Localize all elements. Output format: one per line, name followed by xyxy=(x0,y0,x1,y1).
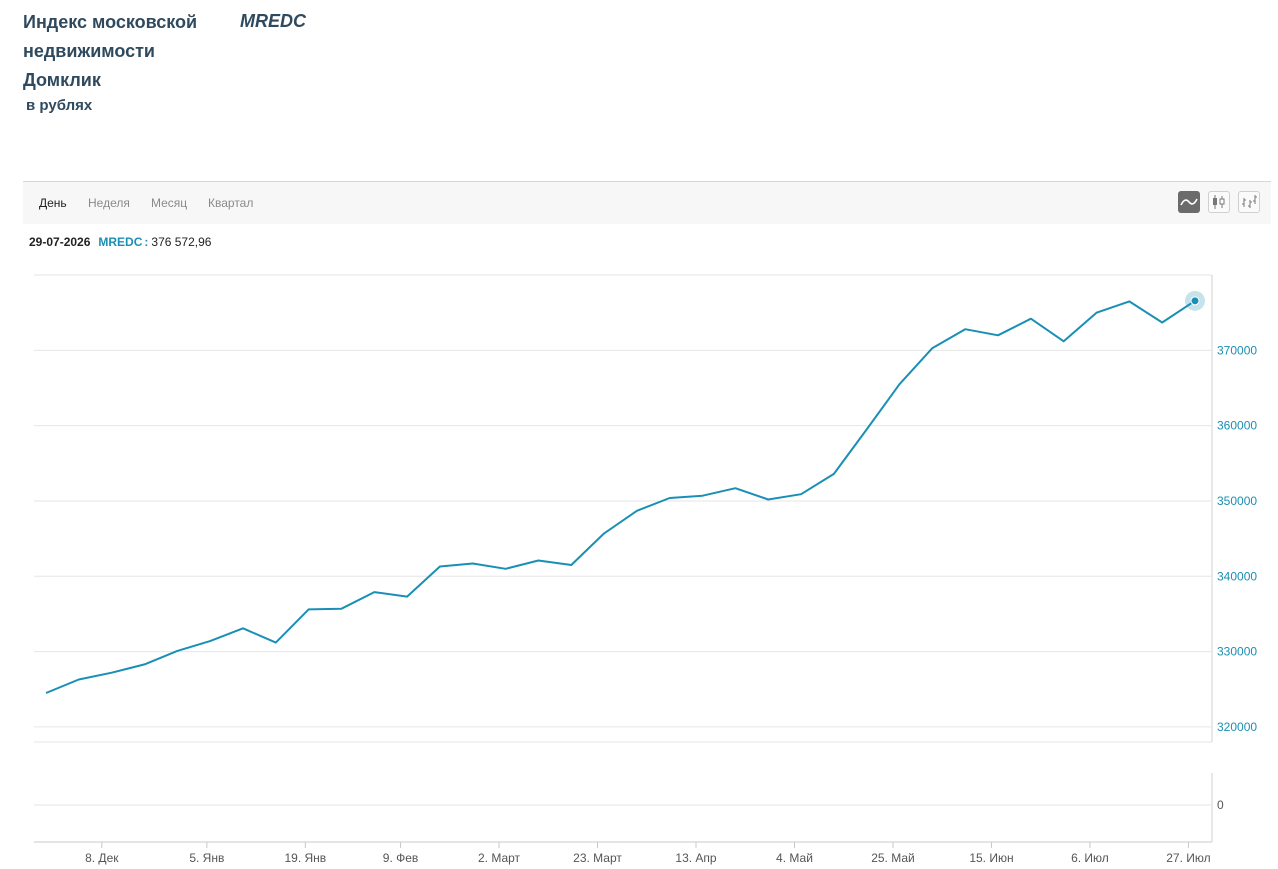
data-point xyxy=(175,649,179,653)
data-point xyxy=(832,472,836,476)
ohlc-bar-chart-icon[interactable] xyxy=(1238,191,1260,213)
readout-value: 376 572,96 xyxy=(151,235,212,249)
data-point xyxy=(1127,299,1131,303)
last-point-marker xyxy=(1190,296,1200,306)
readout-date: 29-07-2026 xyxy=(29,235,91,249)
units-label: в рублях xyxy=(26,97,93,114)
tab-quarter[interactable]: Квартал xyxy=(208,196,253,210)
data-point xyxy=(701,494,705,498)
tab-week[interactable]: Неделя xyxy=(88,196,130,210)
value-readout: 29-07-2026 MREDC:376 572,96 xyxy=(29,235,212,249)
data-point xyxy=(372,590,376,594)
data-point xyxy=(241,626,245,630)
x-tick-label: 25. Май xyxy=(871,851,915,865)
data-point xyxy=(438,564,442,568)
data-point xyxy=(405,595,409,599)
index-title: Индекс московской недвижимости Домклик xyxy=(23,8,197,95)
data-point xyxy=(504,567,508,571)
data-point xyxy=(471,561,475,565)
chart-toolbar: День Неделя Месяц Квартал xyxy=(23,181,1271,224)
tab-month[interactable]: Месяц xyxy=(151,196,187,210)
data-point xyxy=(1029,317,1033,321)
data-point xyxy=(898,382,902,386)
data-point xyxy=(930,346,934,350)
x-tick-label: 4. Май xyxy=(776,851,813,865)
index-title-line-1: Индекс московской xyxy=(23,12,198,32)
y-tick-label: 350000 xyxy=(1217,494,1257,508)
x-tick-label: 2. Март xyxy=(478,851,521,865)
index-title-line-3: Домклик xyxy=(23,70,101,90)
y-tick-label: 320000 xyxy=(1217,720,1257,734)
price-chart: 320000 330000 340000 350000 360000 370000 0 8. … xyxy=(34,274,1257,865)
x-tick-label: 13. Апр xyxy=(675,851,717,865)
x-tick-label: 15. Июн xyxy=(969,851,1013,865)
ticker-code: MREDC xyxy=(240,11,306,31)
data-point xyxy=(799,492,803,496)
data-point xyxy=(569,563,573,567)
data-point xyxy=(766,497,770,501)
data-point xyxy=(339,607,343,611)
x-tick-label: 8. Дек xyxy=(85,851,119,865)
x-tick-label: 5. Янв xyxy=(189,851,224,865)
y-tick-label: 360000 xyxy=(1217,419,1257,433)
data-point xyxy=(1062,339,1066,343)
data-point xyxy=(77,677,81,681)
x-tick-label: 23. Март xyxy=(573,851,622,865)
data-point xyxy=(110,671,114,675)
y-tick-label: 340000 xyxy=(1217,569,1257,583)
line-chart-icon[interactable] xyxy=(1178,191,1200,213)
y-tick-label: 330000 xyxy=(1217,645,1257,659)
data-point xyxy=(274,641,278,645)
data-point xyxy=(307,607,311,611)
data-point xyxy=(996,333,1000,337)
data-point xyxy=(602,531,606,535)
data-point xyxy=(733,486,737,490)
data-point xyxy=(208,639,212,643)
data-point xyxy=(142,662,146,666)
x-tick-label: 27. Июл xyxy=(1166,851,1210,865)
data-point xyxy=(668,496,672,500)
index-title-line-2: недвижимости xyxy=(23,41,155,61)
readout-symbol: MREDC xyxy=(98,235,143,249)
data-point xyxy=(44,691,48,695)
x-tick-label: 6. Июл xyxy=(1071,851,1109,865)
x-tick-label: 19. Янв xyxy=(285,851,327,865)
x-tick-label: 9. Фев xyxy=(383,851,419,865)
data-point xyxy=(536,558,540,562)
candlestick-chart-icon[interactable] xyxy=(1208,191,1230,213)
data-point xyxy=(1095,311,1099,315)
data-point xyxy=(635,509,639,513)
data-point xyxy=(1160,320,1164,324)
data-point xyxy=(865,427,869,431)
lower-y-tick-label: 0 xyxy=(1217,798,1224,812)
tab-day[interactable]: День xyxy=(39,196,67,210)
series-line xyxy=(45,299,1196,694)
y-tick-label: 370000 xyxy=(1217,343,1257,357)
data-point xyxy=(963,327,967,331)
